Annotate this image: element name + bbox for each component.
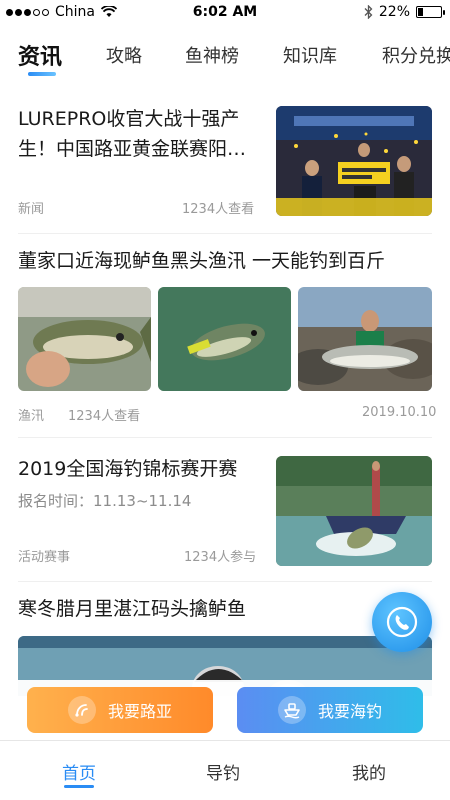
boat-icon: [277, 696, 306, 724]
divider: [18, 581, 432, 582]
nav-profile[interactable]: 我的: [352, 759, 386, 784]
article-views: 1234人查看: [182, 202, 255, 217]
event-category: 活动赛事: [18, 550, 71, 565]
article-title[interactable]: 董家口近海现鲈鱼黑头渔汛 一天能钓到百斤: [18, 246, 438, 276]
nav-home[interactable]: 首页: [62, 759, 96, 784]
lure-icon: [67, 696, 96, 724]
article-category: 渔汛: [18, 409, 45, 424]
tab-guides[interactable]: 攻略: [106, 42, 142, 68]
battery-percent: 22%: [378, 4, 410, 20]
action-bar: 我要路亚 我要海钓: [0, 680, 450, 740]
lure-fishing-button[interactable]: 我要路亚: [27, 687, 213, 733]
divider: [18, 437, 432, 438]
registration-time: 报名时间：11.13~11.14: [18, 492, 192, 510]
tab-news[interactable]: 资讯: [18, 39, 62, 71]
article-views: 1234人查看: [68, 409, 141, 424]
tab-knowledge[interactable]: 知识库: [283, 42, 337, 68]
event-title[interactable]: 2019全国海钓锦标赛开赛: [18, 454, 268, 484]
sea-fishing-button[interactable]: 我要海钓: [237, 687, 423, 733]
active-nav-indicator: [64, 785, 94, 788]
event-thumbnail[interactable]: [276, 456, 432, 566]
article-thumbnail[interactable]: [276, 106, 432, 216]
article-image-2[interactable]: [158, 287, 291, 391]
event-participants: 1234人参与: [184, 550, 257, 565]
status-bar: China 6:02 AM 22%: [0, 0, 450, 26]
bottom-navigation: 首页 导钓 我的: [0, 740, 450, 800]
battery-icon: [416, 6, 445, 18]
article-image-1[interactable]: [18, 287, 151, 391]
article-date: 2019.10.10: [362, 405, 437, 420]
article-title[interactable]: 寒冬腊月里湛江码头擒鲈鱼: [18, 594, 378, 624]
article-image-3[interactable]: [298, 287, 432, 391]
category-tabs: 资讯 攻略 鱼神榜 知识库 积分兑换: [0, 36, 450, 86]
tab-points-exchange[interactable]: 积分兑换: [382, 42, 450, 68]
status-right: 22%: [364, 4, 445, 20]
article-title[interactable]: LUREPRO收官大战十强产生！中国路亚黄金联赛阳…: [18, 104, 268, 164]
battery-level: [418, 8, 423, 16]
call-button[interactable]: [372, 592, 432, 652]
divider: [18, 233, 432, 234]
phone-icon: [386, 606, 418, 638]
article-category: 新闻: [18, 202, 45, 217]
sea-fishing-label: 我要海钓: [317, 702, 382, 721]
lure-fishing-label: 我要路亚: [107, 702, 172, 721]
nav-fishing-guide[interactable]: 导钓: [206, 759, 240, 784]
active-tab-indicator: [28, 72, 56, 76]
tab-fish-ranking[interactable]: 鱼神榜: [185, 42, 239, 68]
bluetooth-icon: [364, 5, 373, 19]
